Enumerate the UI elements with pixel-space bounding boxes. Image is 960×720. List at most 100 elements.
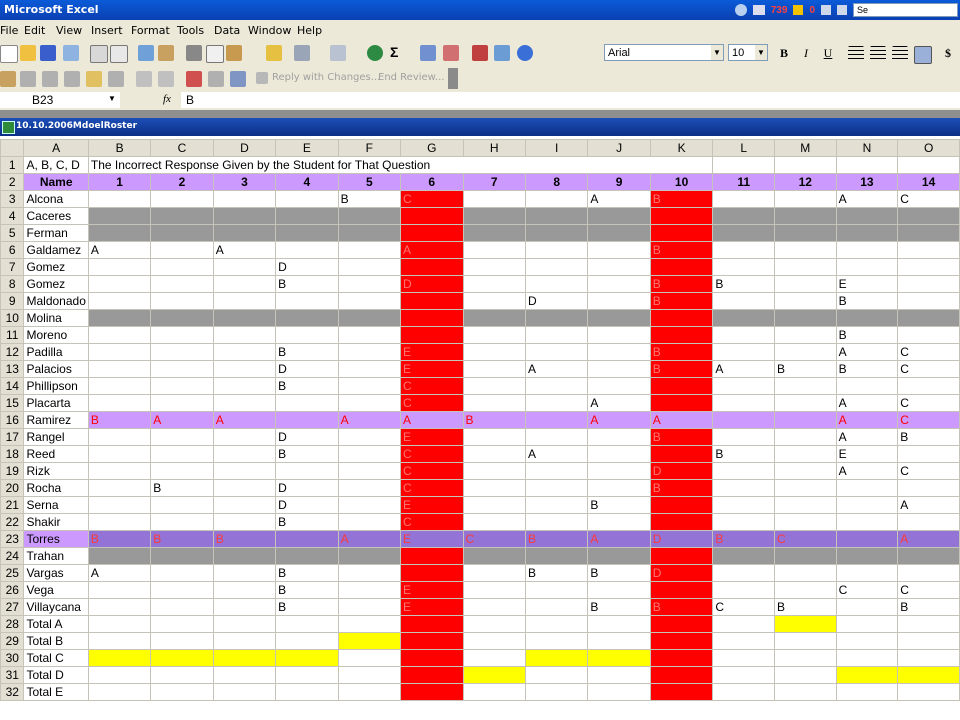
cell-d6[interactable]: A [212, 241, 277, 259]
cell-i19[interactable] [524, 462, 589, 480]
cell-k24[interactable] [649, 547, 714, 565]
cell-g17[interactable]: E [400, 428, 464, 446]
cell-k30[interactable] [649, 649, 714, 667]
cell-j31[interactable] [587, 666, 651, 684]
cell-c2[interactable]: 2 [150, 173, 214, 191]
column-header-h[interactable]: H [462, 139, 526, 157]
cell-d31[interactable] [212, 666, 277, 684]
row-header[interactable]: 23 [0, 530, 25, 548]
cell-a19[interactable]: Rizk [23, 462, 89, 480]
reply-with-changes-button[interactable]: Reply with Changes... [272, 72, 380, 83]
cell-f28[interactable] [337, 615, 402, 633]
cell-b25[interactable]: A [87, 564, 152, 582]
cell-l6[interactable] [712, 241, 775, 259]
toggle-icon[interactable] [837, 5, 847, 15]
cell-d30[interactable] [212, 649, 277, 667]
cell-l5[interactable] [712, 224, 775, 242]
cell-m6[interactable] [773, 241, 837, 259]
cell-m1[interactable] [773, 156, 837, 174]
cell-i32[interactable] [524, 683, 589, 701]
cell-j32[interactable] [587, 683, 651, 701]
cell-e2[interactable]: 4 [275, 173, 339, 191]
cell-e4[interactable] [275, 207, 339, 225]
cell-h15[interactable] [462, 394, 526, 412]
cell-n26[interactable]: C [835, 581, 899, 599]
cell-j2[interactable]: 9 [587, 173, 651, 191]
cell-c30[interactable] [150, 649, 214, 667]
row-header[interactable]: 25 [0, 564, 25, 582]
cell-k9[interactable]: B [649, 292, 714, 310]
review-icon[interactable] [158, 71, 174, 87]
cell-b9[interactable] [87, 292, 152, 310]
cell-o10[interactable] [897, 309, 960, 327]
cell-b2[interactable]: 1 [87, 173, 152, 191]
cell-l19[interactable] [712, 462, 775, 480]
new-icon[interactable] [0, 45, 18, 63]
column-header-n[interactable]: N [835, 139, 899, 157]
cell-b18[interactable] [87, 445, 152, 463]
cell-o17[interactable]: B [897, 428, 960, 446]
cell-b28[interactable] [87, 615, 152, 633]
cell-k20[interactable]: B [649, 479, 714, 497]
cell-n6[interactable] [835, 241, 899, 259]
cell-l2[interactable]: 11 [712, 173, 775, 191]
cell-h19[interactable] [462, 462, 526, 480]
cell-f23[interactable]: A [337, 530, 402, 548]
cell-a5[interactable]: Ferman [23, 224, 89, 242]
cell-d10[interactable] [212, 309, 277, 327]
cell-j22[interactable] [587, 513, 651, 531]
cell-d2[interactable]: 3 [212, 173, 277, 191]
cell-m31[interactable] [773, 666, 837, 684]
cell-g3[interactable]: C [400, 190, 464, 208]
fx-icon[interactable]: fx [163, 93, 171, 105]
cell-c31[interactable] [150, 666, 214, 684]
row-header[interactable]: 19 [0, 462, 25, 480]
column-header-i[interactable]: I [524, 139, 589, 157]
menu-insert[interactable]: Insert [91, 24, 123, 37]
row-header[interactable]: 6 [0, 241, 25, 259]
cell-n19[interactable]: A [835, 462, 899, 480]
cell-d27[interactable] [212, 598, 277, 616]
cell-i23[interactable]: B [524, 530, 589, 548]
cell-b27[interactable] [87, 598, 152, 616]
cell-g5[interactable] [400, 224, 464, 242]
toolbar-grip[interactable] [448, 68, 458, 89]
row-header[interactable]: 3 [0, 190, 25, 208]
cell-c13[interactable] [150, 360, 214, 378]
cell-a14[interactable]: Phillipson [23, 377, 89, 395]
cell-c17[interactable] [150, 428, 214, 446]
copy-icon[interactable] [206, 45, 224, 63]
cell-h27[interactable] [462, 598, 526, 616]
cell-n9[interactable]: B [835, 292, 899, 310]
cell-h7[interactable] [462, 258, 526, 276]
row-header[interactable]: 31 [0, 666, 25, 684]
cell-c10[interactable] [150, 309, 214, 327]
cell-b24[interactable] [87, 547, 152, 565]
cell-k3[interactable]: B [649, 190, 714, 208]
cell-i29[interactable] [524, 632, 589, 650]
cell-a32[interactable]: Total E [23, 683, 89, 701]
format-painter-icon[interactable] [266, 45, 282, 61]
row-header[interactable]: 22 [0, 513, 25, 531]
permission-icon[interactable] [63, 45, 79, 61]
bold-button[interactable]: B [776, 45, 792, 61]
row-header[interactable]: 21 [0, 496, 25, 514]
cell-f32[interactable] [337, 683, 402, 701]
cell-n21[interactable] [835, 496, 899, 514]
cell-m26[interactable] [773, 581, 837, 599]
cell-e22[interactable]: B [275, 513, 339, 531]
cell-k4[interactable] [649, 207, 714, 225]
cell-j15[interactable]: A [587, 394, 651, 412]
cell-i3[interactable] [524, 190, 589, 208]
autosum-icon[interactable]: Σ [390, 44, 398, 60]
cell-l10[interactable] [712, 309, 775, 327]
column-header-g[interactable]: G [400, 139, 464, 157]
cell-d11[interactable] [212, 326, 277, 344]
cell-o7[interactable] [897, 258, 960, 276]
cell-e14[interactable]: B [275, 377, 339, 395]
cell-f21[interactable] [337, 496, 402, 514]
cell-n28[interactable] [835, 615, 899, 633]
cell-c26[interactable] [150, 581, 214, 599]
cell-l8[interactable]: B [712, 275, 775, 293]
save-icon[interactable] [40, 45, 56, 61]
